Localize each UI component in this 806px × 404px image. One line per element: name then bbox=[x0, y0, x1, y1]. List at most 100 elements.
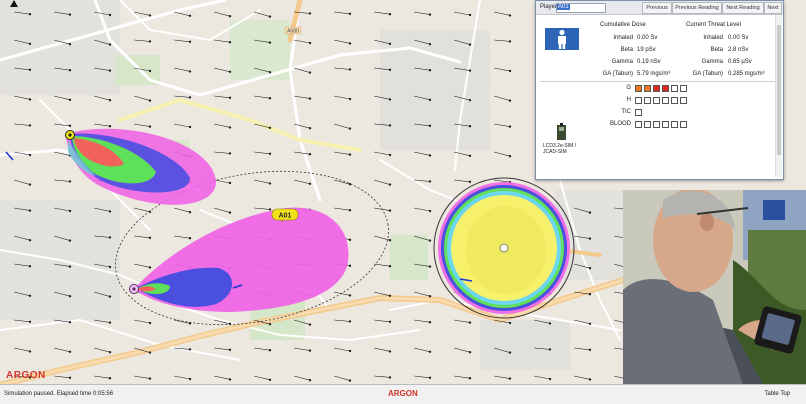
source-marker-upper[interactable] bbox=[65, 130, 75, 140]
wind-arrow-head bbox=[508, 125, 512, 128]
wind-arrow-head bbox=[28, 350, 32, 353]
person-icon bbox=[545, 28, 579, 50]
indicator-bar-tic-1 bbox=[635, 109, 642, 116]
wind-arrow-head bbox=[468, 377, 472, 380]
beta-current-label: Beta bbox=[710, 47, 723, 53]
tabun-cumulative-value: 5.79 mgs/m³ bbox=[637, 71, 671, 77]
wind-arrow-head bbox=[108, 265, 112, 269]
wind-arrow-head bbox=[348, 264, 352, 267]
map-brand-logo: ARGON bbox=[6, 370, 46, 381]
wind-arrow-head bbox=[188, 125, 192, 129]
wind-arrow-head bbox=[68, 295, 72, 298]
wind-arrow-head bbox=[68, 265, 72, 268]
wind-arrow-head bbox=[428, 13, 432, 16]
wind-arrow-head bbox=[348, 42, 352, 45]
wind-arrow-head bbox=[428, 42, 432, 46]
table-top-mode-label: Table Top bbox=[764, 391, 790, 397]
player-marker-a01[interactable]: A01 bbox=[271, 208, 299, 223]
wind-arrow-head bbox=[228, 152, 232, 155]
status-bar: Simulation paused. Elapsed time 0:05:56 … bbox=[0, 384, 806, 404]
beta-current-value: 2.8 nSv bbox=[728, 47, 749, 53]
wind-arrow-head bbox=[148, 321, 152, 325]
tabun-current-value: 0.285 mgs/m³ bbox=[728, 71, 765, 77]
indicator-bar-h-3 bbox=[653, 97, 660, 104]
wind-arrow-head bbox=[468, 43, 472, 46]
wind-arrow-head bbox=[588, 348, 592, 351]
player-readings-panel: Player A01 Previous Previous Reading Nex… bbox=[535, 0, 784, 180]
wind-arrow-head bbox=[428, 98, 432, 102]
previous-reading-button[interactable]: Previous Reading bbox=[672, 2, 722, 14]
source-marker-main[interactable] bbox=[129, 284, 139, 294]
current-threat-header: Current Threat Level bbox=[686, 22, 741, 28]
indicator-bar-blood-3 bbox=[653, 121, 660, 128]
wind-arrow-head bbox=[28, 68, 32, 72]
wind-arrow-head bbox=[108, 124, 112, 128]
player-select[interactable]: A01 bbox=[556, 3, 606, 13]
wind-arrow-head bbox=[308, 153, 312, 156]
wind-arrow-head bbox=[508, 69, 512, 73]
panel-toolbar: Player A01 Previous Previous Reading Nex… bbox=[536, 1, 783, 15]
wind-arrow-head bbox=[388, 376, 392, 379]
wind-arrow-head bbox=[228, 96, 232, 100]
wind-arrow-head bbox=[228, 15, 232, 18]
wind-arrow-head bbox=[268, 152, 272, 156]
wind-arrow-head bbox=[308, 379, 312, 382]
panel-divider bbox=[540, 81, 776, 82]
wind-arrow-head bbox=[68, 13, 72, 16]
wind-arrow-head bbox=[348, 379, 352, 382]
wind-arrow-head bbox=[468, 180, 472, 184]
wind-arrow-head bbox=[28, 13, 32, 16]
wind-arrow-head bbox=[388, 183, 392, 186]
wind-arrow-head bbox=[68, 124, 72, 128]
indicator-bar-blood-2 bbox=[644, 121, 651, 128]
next-reading-button[interactable]: Next Reading bbox=[722, 2, 764, 14]
indicator-label-blood: BLOOD bbox=[609, 121, 631, 127]
wind-arrow-head bbox=[508, 14, 512, 17]
wind-arrow-head bbox=[228, 348, 232, 351]
wind-arrow-head bbox=[468, 351, 472, 354]
wind-arrow-head bbox=[428, 124, 432, 128]
wind-arrow-head bbox=[188, 70, 192, 73]
wind-arrow-head bbox=[28, 42, 32, 45]
gamma-label: Gamma bbox=[611, 59, 633, 65]
wind-arrow-head bbox=[508, 155, 512, 158]
wind-arrow-head bbox=[388, 13, 392, 16]
wind-arrow-head bbox=[148, 351, 152, 354]
previous-button[interactable]: Previous bbox=[642, 2, 672, 14]
wind-arrow-head bbox=[348, 153, 352, 156]
wind-arrow-head bbox=[28, 294, 32, 297]
wind-arrow-head bbox=[148, 377, 152, 380]
wind-arrow-head bbox=[348, 294, 352, 297]
wind-arrow-head bbox=[428, 350, 432, 353]
wind-arrow-head bbox=[68, 239, 72, 242]
next-button[interactable]: Next bbox=[764, 2, 782, 14]
wind-arrow-head bbox=[68, 350, 72, 353]
inhaled-current-label: Inhaled bbox=[703, 35, 723, 41]
wind-arrow-head bbox=[508, 351, 512, 354]
indicator-bar-h-5 bbox=[671, 97, 678, 104]
wind-arrow-head bbox=[508, 321, 512, 325]
wind-arrow-head bbox=[268, 70, 272, 74]
wind-arrow-head bbox=[348, 12, 352, 16]
wind-arrow-head bbox=[28, 320, 32, 323]
radiation-source-marker[interactable] bbox=[499, 243, 509, 253]
wind-arrow-head bbox=[588, 378, 592, 381]
indicator-bar-g-6 bbox=[680, 85, 687, 92]
wind-arrow-head bbox=[588, 267, 592, 270]
wind-arrow-head bbox=[348, 238, 352, 242]
wind-arrow-head bbox=[68, 209, 72, 213]
wind-arrow-head bbox=[108, 210, 112, 213]
wind-arrow-head bbox=[108, 13, 112, 17]
indicator-bar-h-6 bbox=[680, 97, 687, 104]
wind-arrow-head bbox=[468, 13, 472, 17]
panel-scrollbar[interactable] bbox=[775, 15, 782, 177]
wind-arrow-head bbox=[428, 321, 432, 324]
wind-arrow-head bbox=[468, 154, 472, 158]
gamma-cumulative-value: 0.19 nSv bbox=[637, 59, 661, 65]
wind-arrow-head bbox=[308, 182, 312, 186]
wind-arrow-head bbox=[348, 183, 352, 186]
wind-arrow-head bbox=[348, 68, 352, 71]
wind-arrow-head bbox=[428, 209, 432, 213]
wind-arrow-head bbox=[428, 68, 432, 72]
indicator-bar-g-4 bbox=[662, 85, 669, 92]
